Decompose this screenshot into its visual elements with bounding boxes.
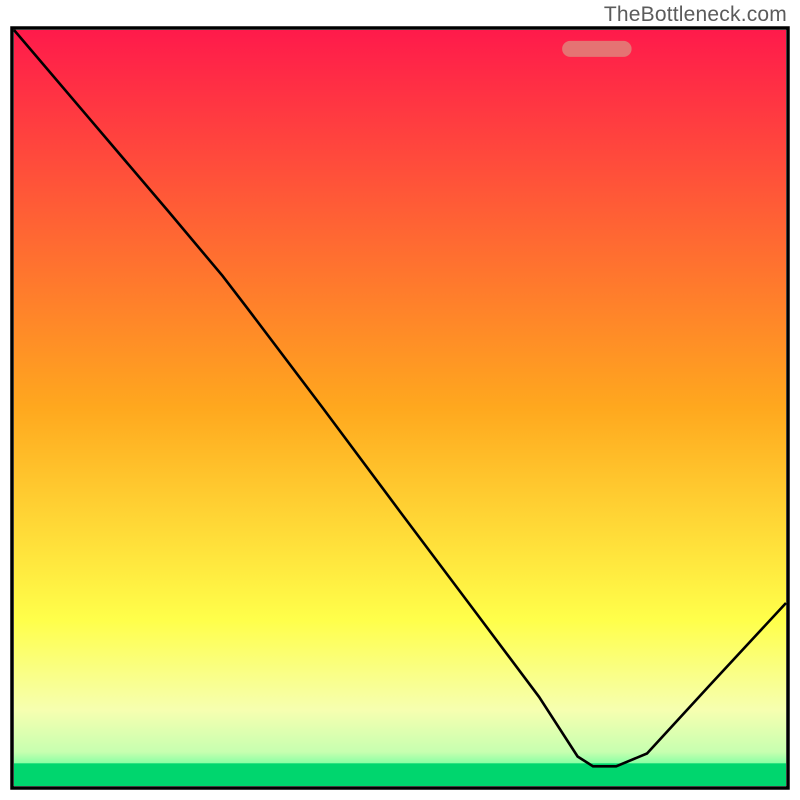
gradient-background <box>14 30 786 786</box>
bottleneck-chart <box>0 0 800 800</box>
bottom-green-band <box>14 763 786 786</box>
highlight-marker <box>562 41 631 57</box>
watermark-text: TheBottleneck.com <box>604 3 787 27</box>
